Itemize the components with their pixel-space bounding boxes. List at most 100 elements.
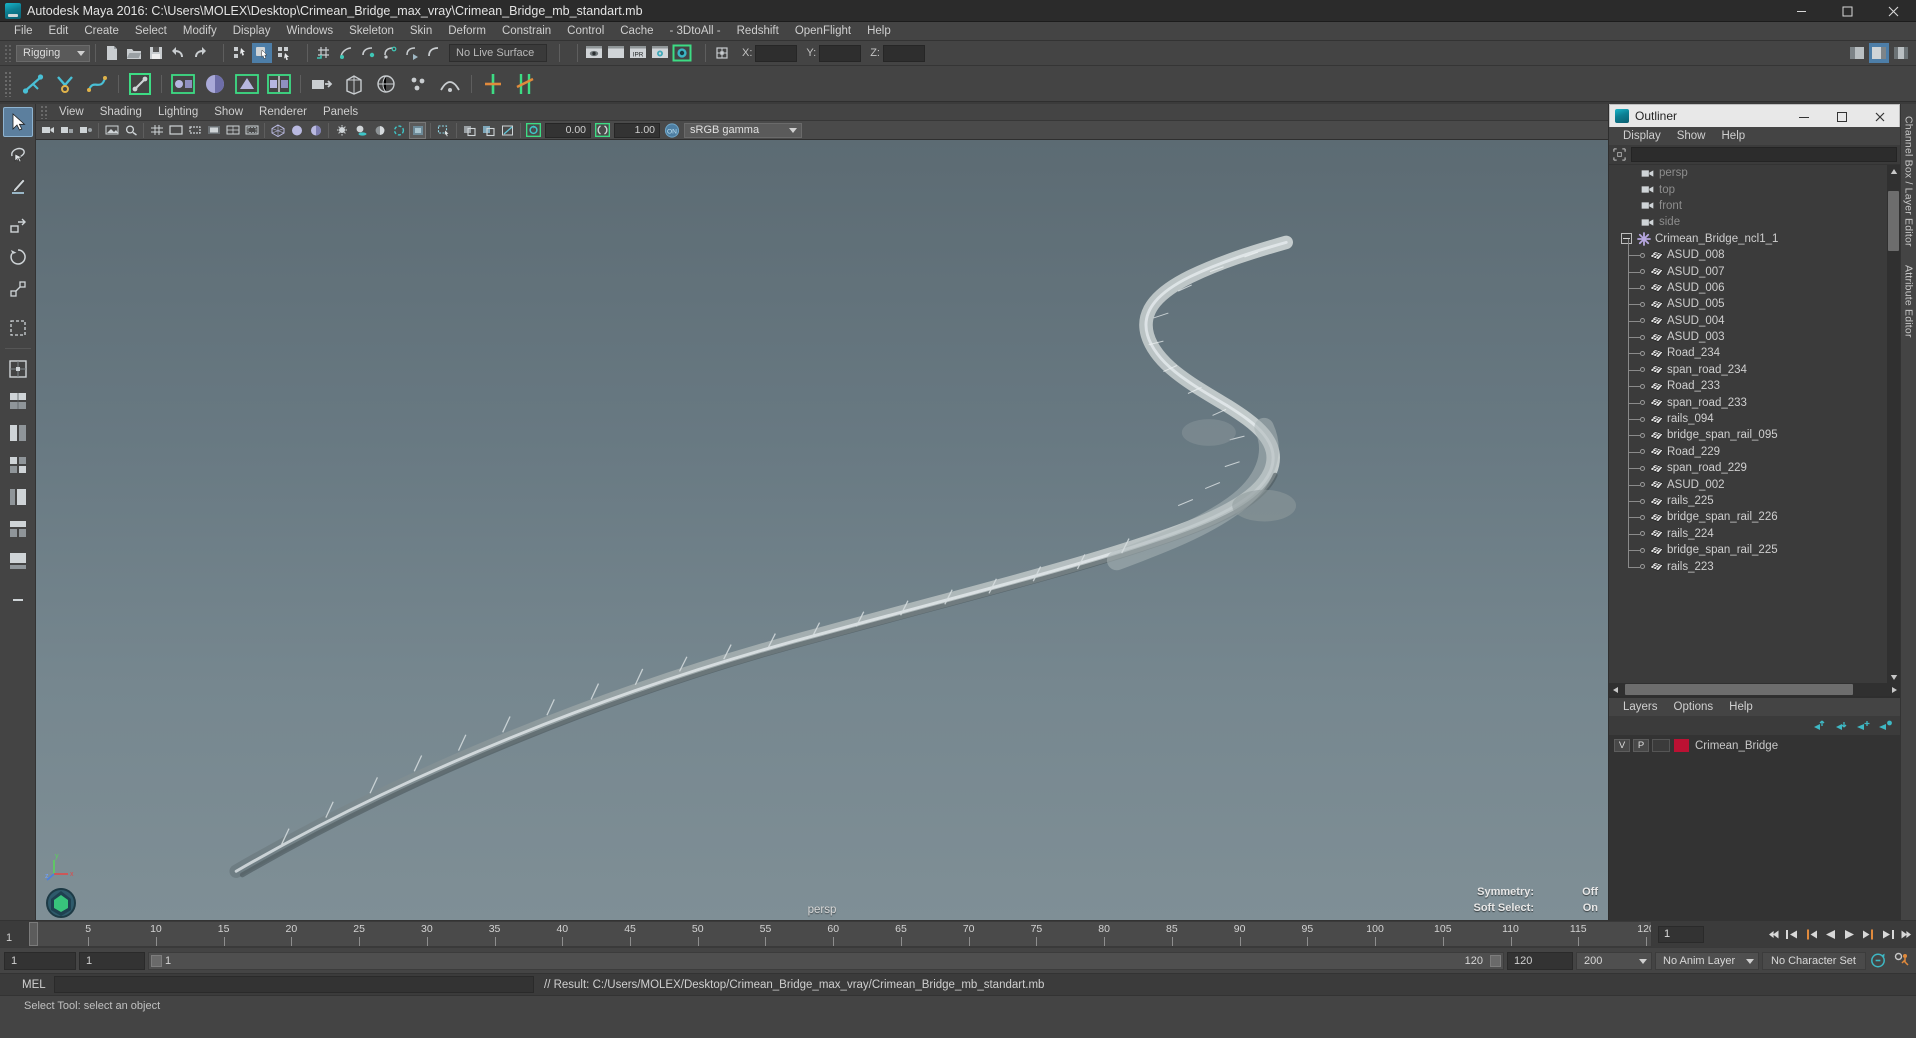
menu-file[interactable]: File bbox=[6, 22, 41, 41]
range-slider-bar[interactable]: 1 120 bbox=[148, 951, 1504, 970]
outliner-menu-show[interactable]: Show bbox=[1669, 127, 1714, 145]
screen-space-ao-icon[interactable] bbox=[371, 122, 388, 139]
safe-action-icon[interactable] bbox=[243, 122, 260, 139]
toolbar-gripper[interactable] bbox=[4, 44, 13, 62]
render-view-icon[interactable] bbox=[584, 43, 604, 63]
outliner-tree[interactable]: persp top front side Crimean_Bridge_ncl1_1 AS… bbox=[1609, 164, 1900, 683]
animation-preferences-icon[interactable] bbox=[1892, 951, 1912, 971]
current-frame-field[interactable]: 1 bbox=[1658, 925, 1704, 943]
blend-shape-icon[interactable] bbox=[307, 69, 337, 99]
bookmark-camera-icon[interactable] bbox=[77, 122, 94, 139]
xray-joints-icon[interactable] bbox=[480, 122, 497, 139]
sidebar-channel-box-icon[interactable] bbox=[1847, 43, 1867, 63]
grid-toggle-icon[interactable] bbox=[148, 122, 165, 139]
range-slider-left-grip[interactable] bbox=[151, 954, 162, 967]
outliner-vertical-scrollbar[interactable] bbox=[1887, 165, 1900, 683]
outliner-item-ASUD_005[interactable]: ASUD_005 bbox=[1609, 288, 1887, 312]
scale-tool-icon[interactable] bbox=[3, 274, 33, 304]
field-chart-icon[interactable] bbox=[224, 122, 241, 139]
y-coord-field[interactable] bbox=[819, 44, 862, 62]
ik-spline-icon[interactable] bbox=[82, 69, 112, 99]
snap-projected-icon[interactable] bbox=[380, 43, 400, 63]
perspective-viewport[interactable]: persp Symmetry: Off Soft Select: On y x … bbox=[36, 140, 1608, 920]
layer-menu-options[interactable]: Options bbox=[1666, 698, 1722, 716]
menu-openflight[interactable]: OpenFlight bbox=[787, 22, 859, 41]
outliner-item-bridge_span_rail_225[interactable]: bridge_span_rail_225 bbox=[1609, 534, 1887, 558]
new-scene-icon[interactable] bbox=[102, 43, 122, 63]
use-all-lights-icon[interactable] bbox=[333, 122, 350, 139]
render-settings-icon[interactable] bbox=[650, 43, 670, 63]
step-forward-frame-icon[interactable] bbox=[1860, 926, 1877, 943]
paint-weights-icon[interactable] bbox=[232, 69, 262, 99]
minimize-icon[interactable] bbox=[1778, 0, 1824, 22]
outliner-minimize-icon[interactable] bbox=[1785, 105, 1823, 128]
anim-end-field[interactable]: 200 bbox=[1576, 951, 1652, 970]
menu-help[interactable]: Help bbox=[859, 22, 899, 41]
layer-color-swatch[interactable] bbox=[1674, 739, 1689, 752]
2d-pan-zoom-icon[interactable] bbox=[122, 122, 139, 139]
input-output-connection-icon[interactable] bbox=[712, 43, 732, 63]
layer-menu-layers[interactable]: Layers bbox=[1615, 698, 1666, 716]
wireframe-icon[interactable] bbox=[269, 122, 286, 139]
outliner-maximize-icon[interactable] bbox=[1823, 105, 1861, 128]
menu-edit[interactable]: Edit bbox=[41, 22, 77, 41]
gate-mask-icon[interactable] bbox=[205, 122, 222, 139]
last-tool-icon[interactable] bbox=[3, 313, 33, 343]
scroll-down-icon[interactable] bbox=[1887, 670, 1900, 683]
outliner-scroll-thumb[interactable] bbox=[1888, 191, 1899, 251]
viewport-menu-lighting[interactable]: Lighting bbox=[150, 104, 206, 121]
time-slider-track[interactable]: 5 10 15 20 25 30 35 40 45 50 55 60 65 70 75 80 85 90 95 100… bbox=[28, 921, 1652, 947]
go-to-start-icon[interactable] bbox=[1765, 926, 1782, 943]
outliner-item-span_road_234[interactable]: span_road_234 bbox=[1609, 353, 1887, 378]
select-by-object-icon[interactable] bbox=[252, 43, 272, 63]
outliner-item-Road_233[interactable]: Road_233 bbox=[1609, 370, 1887, 394]
menu-redshift[interactable]: Redshift bbox=[729, 22, 787, 41]
viewport-menu-shading[interactable]: Shading bbox=[92, 104, 150, 121]
snap-curve-icon[interactable] bbox=[336, 43, 356, 63]
scroll-up-icon[interactable] bbox=[1887, 165, 1900, 178]
menu-skin[interactable]: Skin bbox=[402, 22, 440, 41]
select-by-hierarchy-icon[interactable] bbox=[230, 43, 250, 63]
anim-layer-selector[interactable]: No Anim Layer bbox=[1655, 951, 1759, 970]
make-live-icon[interactable] bbox=[424, 43, 444, 63]
exposure-icon[interactable] bbox=[525, 122, 542, 139]
outliner-item-bridge_span_rail_095[interactable]: bridge_span_rail_095 bbox=[1609, 419, 1887, 443]
go-to-end-icon[interactable] bbox=[1898, 926, 1915, 943]
color-management-icon[interactable]: ON bbox=[663, 122, 680, 139]
scroll-left-icon[interactable] bbox=[1609, 683, 1622, 696]
tab-channel-box-layer-editor[interactable]: Channel Box / Layer Editor bbox=[1903, 112, 1915, 251]
range-slider-right-grip[interactable] bbox=[1490, 954, 1501, 967]
scroll-right-icon[interactable] bbox=[1887, 683, 1900, 696]
outliner-item-rails_223[interactable]: rails_223 bbox=[1609, 550, 1887, 574]
motion-blur-icon[interactable] bbox=[390, 122, 407, 139]
wrap-icon[interactable] bbox=[371, 69, 401, 99]
layout-outliner-persp-icon[interactable] bbox=[3, 482, 33, 512]
auto-keyframe-icon[interactable] bbox=[1869, 951, 1889, 971]
snap-grid-icon[interactable] bbox=[314, 43, 334, 63]
outliner-item-ASUD_002[interactable]: ASUD_002 bbox=[1609, 468, 1887, 492]
viewport-menu-view[interactable]: View bbox=[51, 104, 92, 121]
smooth-skin-icon[interactable] bbox=[168, 69, 198, 99]
select-tool-icon[interactable] bbox=[2, 107, 33, 137]
viewport-menu-show[interactable]: Show bbox=[206, 104, 251, 121]
outliner-item-span_road_229[interactable]: span_road_229 bbox=[1609, 452, 1887, 476]
play-backwards-icon[interactable] bbox=[1822, 926, 1839, 943]
step-back-frame-icon[interactable] bbox=[1803, 926, 1820, 943]
interactive-bind-icon[interactable] bbox=[200, 69, 230, 99]
ik-handle-icon[interactable] bbox=[50, 69, 80, 99]
insert-joint-icon[interactable] bbox=[125, 69, 155, 99]
character-set-selector[interactable]: No Character Set bbox=[1762, 951, 1866, 970]
paint-select-tool-icon[interactable] bbox=[3, 171, 33, 201]
cluster-icon[interactable] bbox=[403, 69, 433, 99]
ipr-render-icon[interactable]: IPR bbox=[628, 43, 648, 63]
shelf-gripper[interactable] bbox=[4, 70, 13, 97]
film-gate-icon[interactable] bbox=[167, 122, 184, 139]
multisample-aa-icon[interactable] bbox=[409, 121, 426, 139]
menu-control[interactable]: Control bbox=[559, 22, 612, 41]
viewport-menu-renderer[interactable]: Renderer bbox=[251, 104, 315, 121]
menu-deform[interactable]: Deform bbox=[440, 22, 494, 41]
move-layer-down-icon[interactable] bbox=[1832, 717, 1850, 734]
rotate-tool-icon[interactable] bbox=[3, 242, 33, 272]
time-slider-cursor[interactable] bbox=[29, 922, 38, 946]
xray-icon[interactable] bbox=[461, 122, 478, 139]
